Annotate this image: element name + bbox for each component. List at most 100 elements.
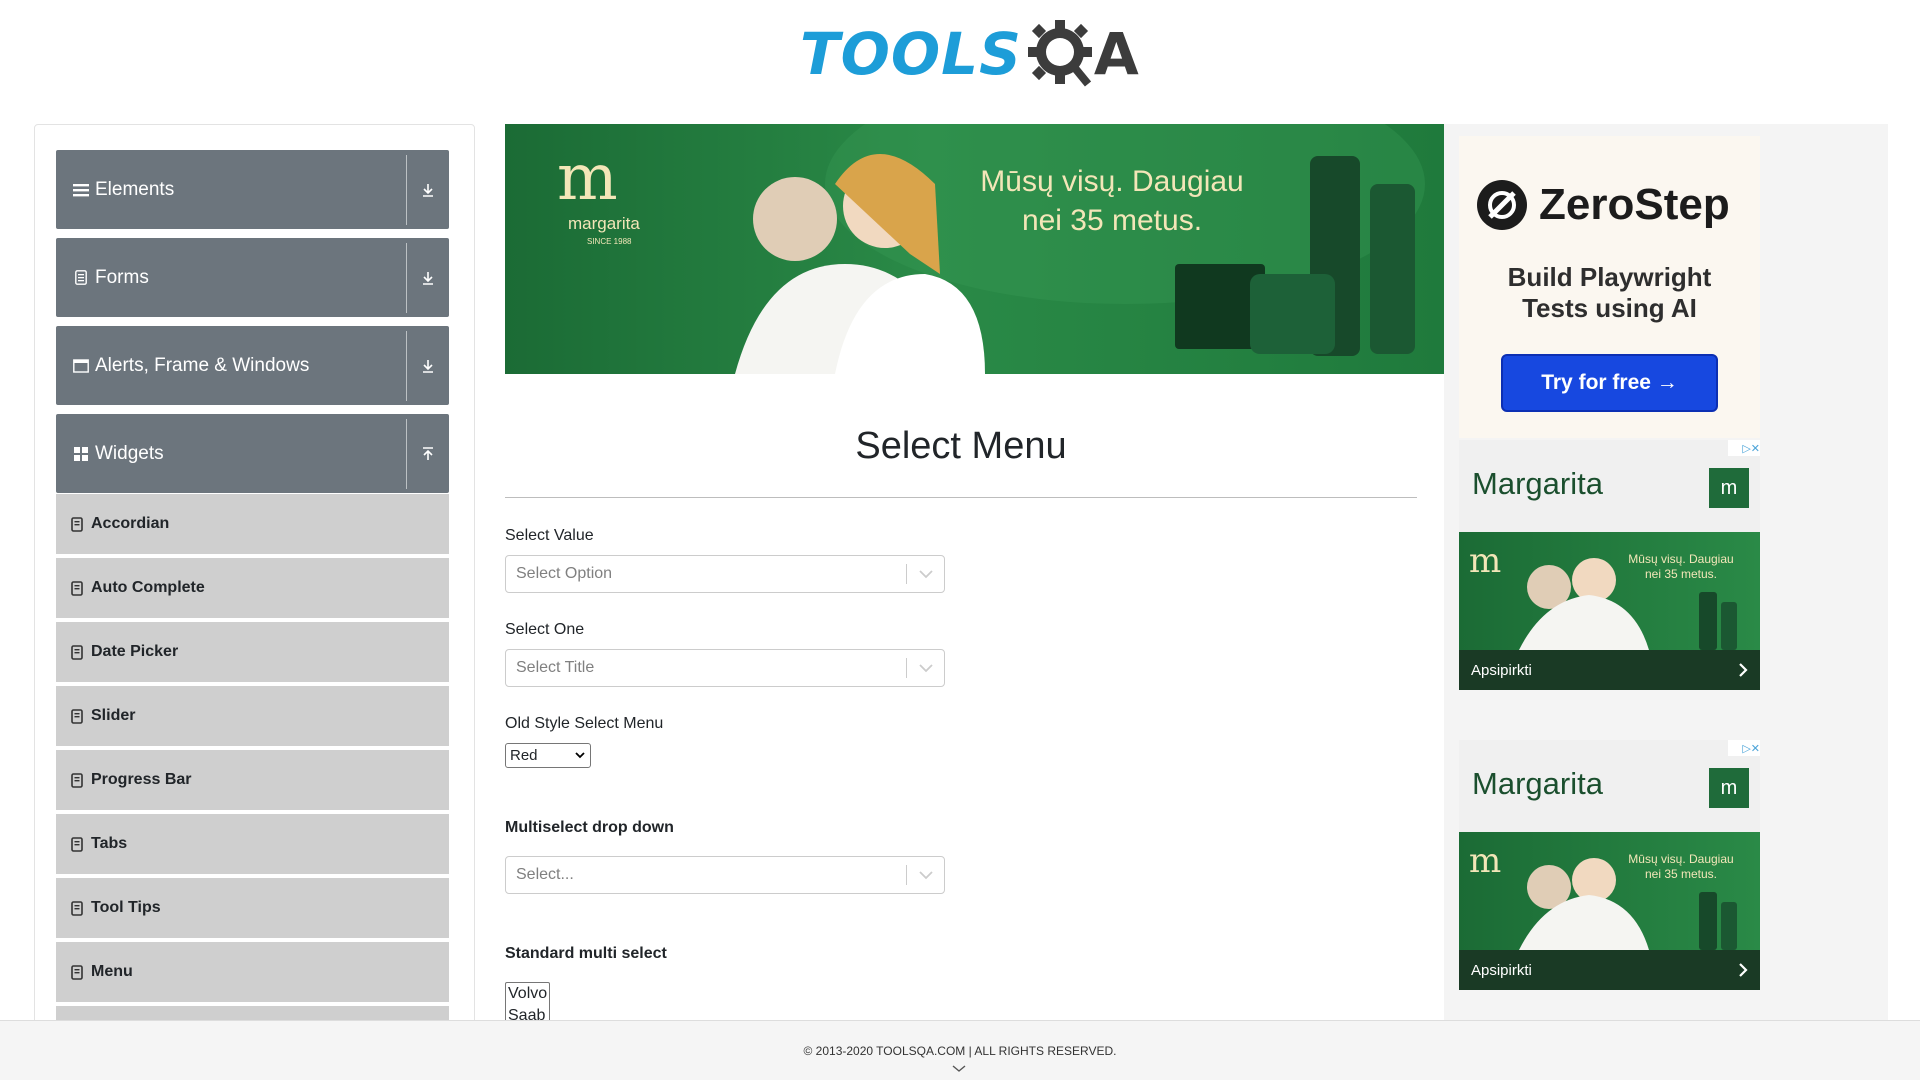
sidebar-item-progress-bar[interactable]: Progress Bar <box>56 750 449 812</box>
select-one-placeholder: Select Title <box>516 659 595 676</box>
select-value-placeholder: Select Option <box>516 565 613 582</box>
left-panel: Elements Forms Alerts, Frame & Windows W… <box>34 124 475 1024</box>
group-forms[interactable]: Forms <box>56 238 449 317</box>
toolsqa-logo[interactable]: TOOLS A <box>800 16 1139 92</box>
ad-image-text: Mūsų visų. Daugiau nei 35 metus. <box>1628 552 1734 581</box>
zerostep-subtitle: Build Playwright Tests using AI <box>1459 262 1760 324</box>
copyright-text: © 2013-2020 TOOLSQA.COM | ALL RIGHTS RES… <box>803 1044 1117 1058</box>
ad-image: m Mūsų visų. Daugiau nei 35 metus. <box>1459 532 1760 650</box>
sidebar-item-label: Menu <box>91 963 133 980</box>
group-label: Alerts, Frame & Windows <box>95 354 310 376</box>
banner-headline: Mūsų visų. Daugiau nei 35 metus. <box>980 165 1244 237</box>
multiselect-placeholder: Select... <box>516 866 574 883</box>
margarita-ad-1[interactable]: ▷✕ Margarita m m Mūsų visų. Daugiau nei … <box>1459 440 1760 690</box>
sidebar-item-accordian[interactable]: Accordian <box>56 494 449 556</box>
sidebar-item-tool-tips[interactable]: Tool Tips <box>56 878 449 940</box>
margarita-ad-2[interactable]: ▷✕ Margarita m m Mūsų visų. Daugiau nei … <box>1459 740 1760 990</box>
sidebar-item-label: Slider <box>91 707 136 724</box>
group-widgets[interactable]: Widgets <box>56 414 449 493</box>
divider <box>505 497 1417 498</box>
banner-ad[interactable]: m margarita SINCE 1988 Mūsų visų. Daugia… <box>505 124 1445 374</box>
gear-icon <box>1024 16 1100 92</box>
item-icon <box>71 772 83 788</box>
divider <box>406 418 407 489</box>
header: TOOLS A <box>0 0 1920 110</box>
ad-choices-icon[interactable]: ▷✕ <box>1728 740 1760 756</box>
zerostep-icon <box>1477 180 1527 230</box>
old-style-value: Red <box>510 747 538 764</box>
group-label: Widgets <box>95 442 164 464</box>
group-label: Forms <box>95 266 149 288</box>
standard-multi-select[interactable]: Volvo Saab <box>505 982 550 1022</box>
chevron-down-icon <box>575 752 585 759</box>
select-one-dropdown[interactable]: Select Title <box>505 649 945 687</box>
ad-image: m Mūsų visų. Daugiau nei 35 metus. <box>1459 832 1760 950</box>
item-icon <box>71 836 83 852</box>
sidebar-item-label: Tabs <box>91 835 128 852</box>
cta-label: Apsipirkti <box>1471 961 1532 979</box>
logo-text-end: A <box>1093 20 1139 88</box>
sidebar-item-tabs[interactable]: Tabs <box>56 814 449 876</box>
cta-label: Apsipirkti <box>1471 661 1532 679</box>
footer: © 2013-2020 TOOLSQA.COM | ALL RIGHTS RES… <box>0 1020 1920 1080</box>
zerostep-subtitle-line1: Build Playwright <box>1507 262 1712 292</box>
shop-now-button[interactable]: Apsipirkti <box>1459 650 1760 690</box>
shop-now-button[interactable]: Apsipirkti <box>1459 950 1760 990</box>
old-style-select[interactable]: Red <box>505 743 591 768</box>
banner-brand: margarita <box>568 214 640 233</box>
ad-image-text: Mūsų visų. Daugiau nei 35 metus. <box>1628 852 1734 881</box>
select-value-label: Select Value <box>505 527 594 544</box>
item-icon <box>71 708 83 724</box>
svg-text:m: m <box>557 141 618 215</box>
divider <box>406 330 407 401</box>
item-icon <box>71 900 83 916</box>
multiselect-dropdown[interactable]: Select... <box>505 856 945 894</box>
logo-text: TOOLS <box>800 20 1022 88</box>
group-elements[interactable]: Elements <box>56 150 449 229</box>
group-alerts[interactable]: Alerts, Frame & Windows <box>56 326 449 405</box>
zerostep-logo: ZeroStep <box>1475 178 1730 232</box>
item-icon <box>71 516 83 532</box>
download-arrow-icon[interactable] <box>407 358 449 374</box>
standard-multi-label: Standard multi select <box>505 945 667 962</box>
download-arrow-icon[interactable] <box>407 182 449 198</box>
upload-arrow-icon[interactable] <box>407 446 449 462</box>
sidebar-item-label: Progress Bar <box>91 771 192 788</box>
multiselect-label: Multiselect drop down <box>505 819 674 836</box>
zerostep-ad[interactable]: ZeroStep Build Playwright Tests using AI… <box>1459 136 1760 438</box>
chevron-down-icon[interactable] <box>952 1065 966 1073</box>
divider <box>406 242 407 313</box>
window-icon <box>72 357 90 375</box>
chevron-down-icon[interactable] <box>907 663 944 673</box>
list-item[interactable]: Volvo <box>508 983 549 1005</box>
divider <box>406 154 407 225</box>
chevron-down-icon[interactable] <box>907 569 944 579</box>
download-arrow-icon[interactable] <box>407 270 449 286</box>
zerostep-name: ZeroStep <box>1539 180 1730 229</box>
item-icon <box>71 644 83 660</box>
sidebar-item-date-picker[interactable]: Date Picker <box>56 622 449 684</box>
group-label: Elements <box>95 178 175 200</box>
chevron-right-icon <box>1739 663 1748 677</box>
sidebar-item-label: Auto Complete <box>91 579 205 596</box>
sidebar-item-slider[interactable]: Slider <box>56 686 449 748</box>
ad-brand: Margarita <box>1472 766 1603 801</box>
sidebar-item-label: Date Picker <box>91 643 179 660</box>
item-icon <box>71 964 83 980</box>
sidebar-item-label: Accordian <box>91 515 170 532</box>
sidebar-item-label: Tool Tips <box>91 899 161 916</box>
brand-logo-icon: m <box>1709 768 1749 808</box>
sidebar-item-menu[interactable]: Menu <box>56 942 449 1004</box>
chevron-down-icon[interactable] <box>907 870 944 880</box>
try-for-free-button[interactable]: Try for free → <box>1501 354 1718 412</box>
old-style-label: Old Style Select Menu <box>505 715 664 732</box>
brand-logo-icon: m <box>1709 468 1749 508</box>
sidebar-item-auto-complete[interactable]: Auto Complete <box>56 558 449 620</box>
chevron-right-icon <box>1739 963 1748 977</box>
svg-text:m: m <box>1469 541 1501 581</box>
svg-text:m: m <box>1469 841 1501 881</box>
page-title: Select Menu <box>855 425 1067 467</box>
select-value-dropdown[interactable]: Select Option <box>505 555 945 593</box>
ad-brand: Margarita <box>1472 466 1603 501</box>
ad-choices-icon[interactable]: ▷✕ <box>1728 440 1760 456</box>
